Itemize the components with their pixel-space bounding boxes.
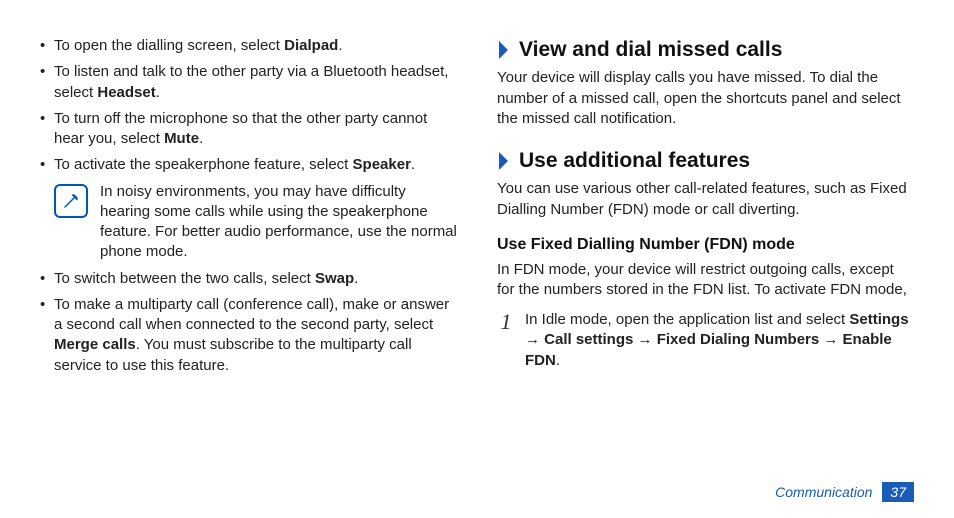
bullet-list-top: To open the dialling screen, select Dial…: [40, 36, 457, 176]
section-body: You can use various other call-related f…: [497, 179, 914, 220]
list-item: To switch between the two calls, select …: [40, 269, 457, 289]
bullet-post: .: [156, 84, 160, 101]
right-column: View and dial missed calls Your device w…: [497, 34, 914, 448]
bullet-text: To open the dialling screen, select: [54, 37, 284, 54]
bullet-text: To make a multiparty call (conference ca…: [54, 296, 449, 333]
bullet-bold: Swap: [315, 270, 354, 287]
footer-page-number: 37: [882, 482, 914, 502]
note-text: In noisy environments, you may have diff…: [100, 182, 457, 263]
section-heading: Use additional features: [497, 147, 914, 175]
section-heading: View and dial missed calls: [497, 36, 914, 64]
footer-category: Communication: [775, 484, 872, 500]
bullet-post: .: [199, 130, 203, 147]
chevron-right-icon: [497, 39, 511, 61]
step-number: 1: [497, 310, 515, 334]
bullet-text: To turn off the microphone so that the o…: [54, 110, 427, 147]
chevron-right-icon: [497, 150, 511, 172]
list-item: To open the dialling screen, select Dial…: [40, 36, 457, 56]
bullet-bold: Headset: [97, 84, 155, 101]
step-post: .: [556, 352, 560, 369]
subsection-heading: Use Fixed Dialling Number (FDN) mode: [497, 234, 914, 256]
list-item: To activate the speakerphone feature, se…: [40, 155, 457, 175]
list-item: To turn off the microphone so that the o…: [40, 109, 457, 150]
bullet-post: .: [338, 37, 342, 54]
bullet-post: .: [411, 156, 415, 173]
bullet-bold: Mute: [164, 130, 199, 147]
page-footer: Communication 37: [775, 482, 914, 502]
bullet-text: To switch between the two calls, select: [54, 270, 315, 287]
list-item: To listen and talk to the other party vi…: [40, 62, 457, 103]
left-column: To open the dialling screen, select Dial…: [40, 34, 457, 448]
list-item: To make a multiparty call (conference ca…: [40, 295, 457, 376]
note-icon: [54, 184, 88, 218]
bullet-bold: Speaker: [353, 156, 411, 173]
bullet-post: .: [354, 270, 358, 287]
section-title: Use additional features: [519, 147, 750, 175]
subsection-body: In FDN mode, your device will restrict o…: [497, 260, 914, 301]
section-body: Your device will display calls you have …: [497, 68, 914, 129]
bullet-bold: Dialpad: [284, 37, 338, 54]
step-pre: In Idle mode, open the application list …: [525, 311, 849, 328]
bullet-list-bottom: To switch between the two calls, select …: [40, 269, 457, 376]
note-callout: In noisy environments, you may have diff…: [54, 182, 457, 263]
step-text: In Idle mode, open the application list …: [525, 310, 914, 371]
bullet-text: To activate the speakerphone feature, se…: [54, 156, 353, 173]
numbered-step: 1 In Idle mode, open the application lis…: [497, 310, 914, 371]
section-title: View and dial missed calls: [519, 36, 782, 64]
bullet-bold: Merge calls: [54, 336, 136, 353]
